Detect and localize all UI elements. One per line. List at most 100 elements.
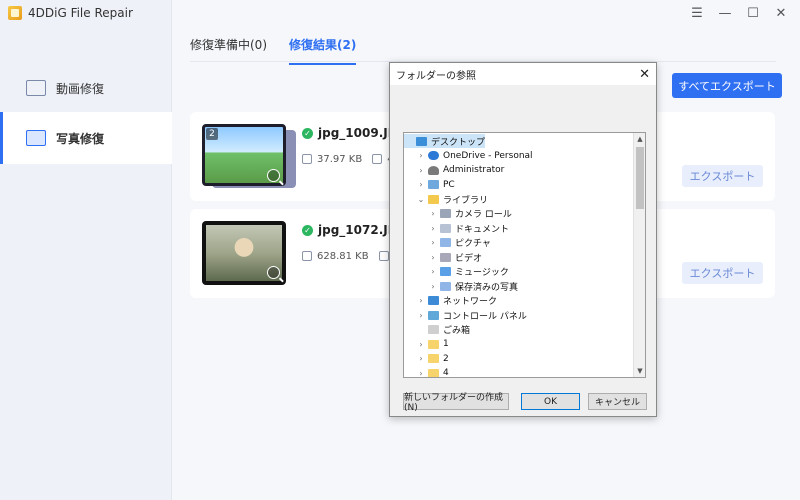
tree-item[interactable]: › ピクチャ xyxy=(428,236,491,250)
tree-item[interactable]: › ドキュメント xyxy=(428,221,509,235)
expand-arrow-icon[interactable]: ⌄ xyxy=(416,195,426,204)
tree-item[interactable]: › 1 xyxy=(416,337,448,351)
image-count-badge: 2 xyxy=(206,128,218,140)
music-icon xyxy=(440,267,451,276)
minimize-icon[interactable]: — xyxy=(718,6,732,21)
photo-icon xyxy=(26,130,46,146)
tree-item[interactable]: › コントロール パネル xyxy=(416,308,527,322)
tree-item[interactable]: › 2 xyxy=(416,352,449,366)
expand-arrow-icon[interactable]: › xyxy=(416,354,426,363)
folder-icon xyxy=(428,354,439,363)
app-title: 4DDiG File Repair xyxy=(8,6,133,20)
file-size-text: 628.81 KB xyxy=(317,251,369,262)
tree-item[interactable]: › PC xyxy=(416,178,455,192)
check-circle-icon: ✓ xyxy=(302,127,313,139)
menu-icon[interactable]: ☰ xyxy=(690,6,704,21)
window-controls: ☰ — ☐ ✕ xyxy=(690,6,788,21)
videos-icon xyxy=(440,252,451,262)
pc-icon xyxy=(428,180,439,189)
video-icon xyxy=(26,80,46,96)
app-title-text: 4DDiG File Repair xyxy=(28,6,133,20)
scroll-up-icon[interactable]: ▲ xyxy=(634,133,645,145)
expand-arrow-icon[interactable]: › xyxy=(428,209,438,218)
tree-item-label: コントロール パネル xyxy=(443,311,527,322)
expand-arrow-icon[interactable]: › xyxy=(428,238,438,247)
tree-item-label: PC xyxy=(443,179,455,190)
tree-item-label: ドキュメント xyxy=(455,224,510,235)
file-size: 628.81 KB xyxy=(302,251,369,262)
size-icon xyxy=(302,154,312,164)
tree-item-label: 2 xyxy=(443,353,449,364)
expand-arrow-icon[interactable]: › xyxy=(416,151,426,160)
cloud-icon xyxy=(428,151,439,160)
resolution-icon xyxy=(372,154,383,164)
expand-arrow-icon[interactable]: › xyxy=(428,253,438,262)
resolution-icon xyxy=(378,251,389,261)
tree-item-label: デスクトップ xyxy=(431,137,486,148)
scrollbar-thumb[interactable] xyxy=(636,147,644,209)
dialog-title-bar: フォルダーの参照 ✕ xyxy=(390,63,656,85)
close-icon[interactable]: ✕ xyxy=(774,6,788,21)
new-folder-button[interactable]: 新しいフォルダーの作成(N) xyxy=(403,393,509,413)
check-circle-icon: ✓ xyxy=(302,224,313,236)
tree-item-label: ミュージック xyxy=(455,268,509,278)
expand-arrow-icon[interactable]: › xyxy=(428,267,438,276)
tree-item-label: ライブラリ xyxy=(443,195,489,206)
expand-arrow-icon[interactable]: › xyxy=(428,224,438,233)
expand-arrow-icon[interactable]: › xyxy=(416,369,426,378)
expand-arrow-icon[interactable]: › xyxy=(416,180,426,189)
sidebar-item-label: 写真修復 xyxy=(56,131,105,146)
expand-arrow-icon[interactable]: › xyxy=(428,282,438,291)
tree-item[interactable]: › ネットワーク xyxy=(416,294,497,308)
browse-folder-dialog: フォルダーの参照 ✕ デスクトップ › OneDrive - Personal › Ad… xyxy=(389,62,657,417)
export-all-button[interactable]: すべてエクスポート xyxy=(672,73,782,98)
file-size-text: 37.97 KB xyxy=(317,154,363,165)
recycle-bin-icon xyxy=(428,325,439,334)
tree-item[interactable]: › カメラ ロール xyxy=(428,207,512,221)
tree-item[interactable]: ごみ箱 xyxy=(416,323,470,337)
export-button[interactable]: エクスポート xyxy=(682,262,763,284)
tree-item[interactable]: › ミュージック xyxy=(428,265,509,279)
tree-item[interactable]: › Administrator xyxy=(416,163,504,177)
close-icon[interactable]: ✕ xyxy=(639,67,650,82)
scroll-down-icon[interactable]: ▼ xyxy=(634,365,645,377)
ok-button[interactable]: OK xyxy=(521,393,580,410)
folder-tree: デスクトップ › OneDrive - Personal › Administrator… xyxy=(403,132,646,378)
scrollbar[interactable]: ▲ ▼ xyxy=(633,133,645,377)
tree-item[interactable]: › 4 xyxy=(416,366,449,378)
tree-item-label: カメラ ロール xyxy=(455,210,512,220)
tree-item[interactable]: デスクトップ xyxy=(404,134,486,148)
dialog-title: フォルダーの参照 xyxy=(396,70,476,82)
tree-item-label: 保存済みの写真 xyxy=(455,282,519,293)
tree-item-label: ネットワーク xyxy=(443,297,498,307)
documents-icon xyxy=(440,223,451,233)
expand-arrow-icon[interactable]: › xyxy=(416,311,426,320)
maximize-icon[interactable]: ☐ xyxy=(746,6,760,21)
desktop-icon xyxy=(416,136,427,146)
zoom-in-icon[interactable] xyxy=(267,169,280,182)
tree-item[interactable]: › OneDrive - Personal xyxy=(416,149,532,163)
sidebar-item-photo-repair[interactable]: 写真修復 xyxy=(0,112,172,164)
zoom-in-icon[interactable] xyxy=(267,266,280,279)
export-button[interactable]: エクスポート xyxy=(682,165,763,187)
control-panel-icon xyxy=(428,310,439,320)
sidebar-item-video-repair[interactable]: 動画修復 xyxy=(0,62,172,114)
user-icon xyxy=(428,165,439,175)
camera-roll-icon xyxy=(440,209,451,218)
tree-item[interactable]: › 保存済みの写真 xyxy=(428,279,518,293)
tree-item[interactable]: ⌄ ライブラリ xyxy=(416,192,488,206)
expand-arrow-icon[interactable]: › xyxy=(416,166,426,175)
expand-arrow-icon[interactable]: › xyxy=(416,296,426,305)
thumbnail-stack[interactable]: 2 xyxy=(202,124,296,188)
thumbnail-stack[interactable] xyxy=(202,221,286,285)
tree-item[interactable]: › ビデオ xyxy=(428,250,482,264)
expand-arrow-icon[interactable]: › xyxy=(416,340,426,349)
tree-item-label: Administrator xyxy=(443,165,505,175)
folder-icon xyxy=(428,339,439,349)
size-icon xyxy=(302,251,312,261)
file-meta: 628.81 KB 2 xyxy=(302,251,400,262)
tree-item-label: ピクチャ xyxy=(455,239,491,249)
sidebar: 4DDiG File Repair 動画修復 写真修復 xyxy=(0,0,172,500)
cancel-button[interactable]: キャンセル xyxy=(588,393,647,410)
tree-item-label: 4 xyxy=(443,368,449,378)
